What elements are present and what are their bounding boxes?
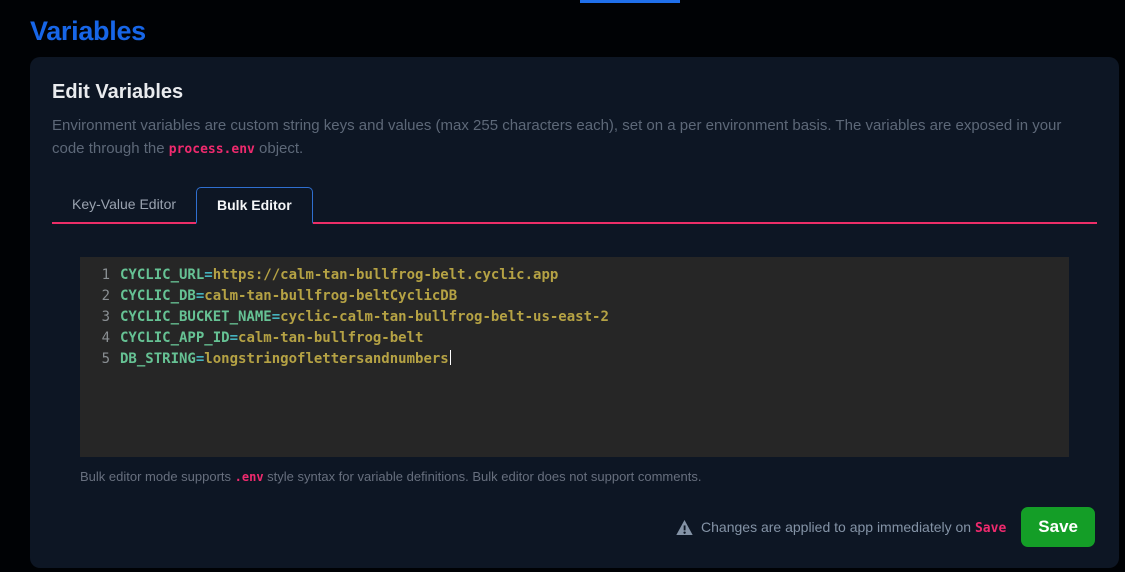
warning-text: Changes are applied to app immediately o… <box>701 519 1006 536</box>
line-number: 4 <box>80 328 110 349</box>
editor-line: 1 CYCLIC_URL=https://calm-tan-bullfrog-b… <box>80 265 1069 286</box>
card-heading: Edit Variables <box>52 81 1097 104</box>
text-caret <box>450 350 452 365</box>
description-text-after: object. <box>255 140 303 157</box>
warning-text-before: Changes are applied to app immediately o… <box>701 519 975 535</box>
editor-line: 3 CYCLIC_BUCKET_NAME=cyclic-calm-tan-bul… <box>80 307 1069 328</box>
save-inline-code: Save <box>975 521 1006 536</box>
tab-bulk-editor[interactable]: Bulk Editor <box>196 187 313 224</box>
editor-line: 5 DB_STRING=longstringoflettersandnumber… <box>80 349 1069 370</box>
env-value: cyclic-calm-tan-bullfrog-belt-us-east-2 <box>280 309 609 325</box>
line-number: 3 <box>80 307 110 328</box>
edit-variables-card: Edit Variables Environment variables are… <box>30 57 1119 568</box>
bulk-editor-footnote: Bulk editor mode supports .env style syn… <box>80 469 1069 484</box>
card-description: Environment variables are custom string … <box>52 114 1094 161</box>
tab-key-value-editor[interactable]: Key-Value Editor <box>52 187 196 222</box>
env-value: longstringoflettersandnumbers <box>204 351 448 367</box>
footnote-text-before: Bulk editor mode supports <box>80 469 235 484</box>
env-key: CYCLIC_APP_ID <box>120 330 230 346</box>
env-key: CYCLIC_DB <box>120 288 196 304</box>
save-warning: Changes are applied to app immediately o… <box>676 519 1006 536</box>
env-file-inline-code: .env <box>235 470 264 484</box>
footnote-text-after: style syntax for variable definitions. B… <box>264 469 702 484</box>
equals-sign: = <box>204 267 212 283</box>
equals-sign: = <box>230 330 238 346</box>
editor-line: 4 CYCLIC_APP_ID=calm-tan-bullfrog-belt <box>80 328 1069 349</box>
env-key: CYCLIC_URL <box>120 267 204 283</box>
env-value: calm-tan-bullfrog-belt <box>238 330 423 346</box>
equals-sign: = <box>272 309 280 325</box>
warning-triangle-icon <box>676 520 693 535</box>
bulk-editor-textarea[interactable]: 1 CYCLIC_URL=https://calm-tan-bullfrog-b… <box>80 257 1069 457</box>
editor-tabs: Key-Value Editor Bulk Editor <box>52 187 1097 224</box>
save-button[interactable]: Save <box>1021 507 1095 547</box>
env-value: https://calm-tan-bullfrog-belt.cyclic.ap… <box>213 267 559 283</box>
card-footer: Changes are applied to app immediately o… <box>676 507 1095 547</box>
page-title: Variables <box>30 16 146 47</box>
env-value: calm-tan-bullfrog-beltCyclicDB <box>204 288 457 304</box>
top-nav-active-indicator <box>580 0 680 3</box>
line-number: 1 <box>80 265 110 286</box>
line-number: 5 <box>80 349 110 370</box>
process-env-inline-code: process.env <box>169 142 255 157</box>
editor-line: 2 CYCLIC_DB=calm-tan-bullfrog-beltCyclic… <box>80 286 1069 307</box>
env-key: CYCLIC_BUCKET_NAME <box>120 309 272 325</box>
env-key: DB_STRING <box>120 351 196 367</box>
line-number: 2 <box>80 286 110 307</box>
